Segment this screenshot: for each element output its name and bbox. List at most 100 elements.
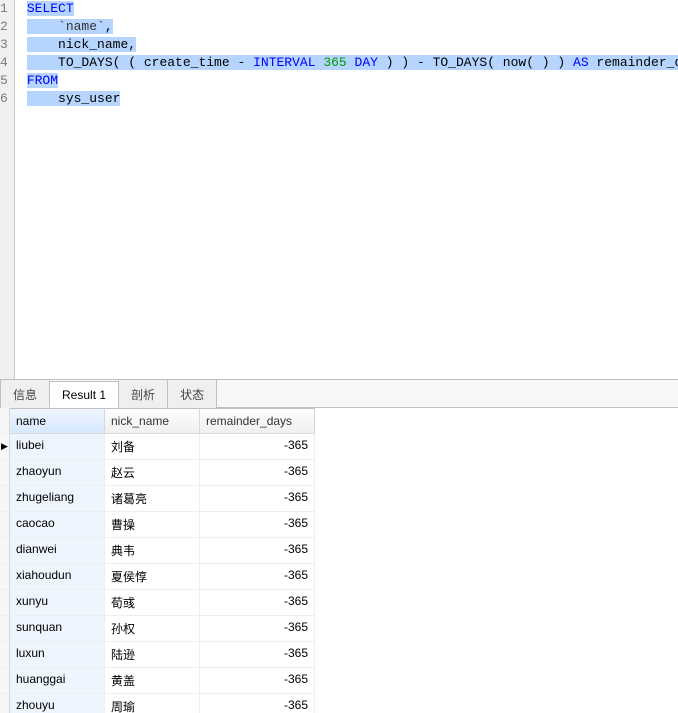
cell-remainder_days[interactable]: -365 (200, 668, 315, 694)
cell-remainder_days[interactable]: -365 (200, 590, 315, 616)
code-line[interactable]: TO_DAYS( ( create_time - INTERVAL 365 DA… (27, 54, 678, 72)
row-indicator (0, 512, 10, 538)
code-token: ( ( create_time (113, 55, 238, 70)
row-indicator (0, 434, 10, 460)
code-line[interactable]: `name`, (27, 18, 678, 36)
table-row[interactable]: dianwei典韦-365 (0, 538, 678, 564)
table-row[interactable]: zhouyu周瑜-365 (0, 694, 678, 713)
code-line[interactable]: SELECT (27, 0, 678, 18)
code-token (27, 19, 58, 34)
row-indicator (0, 694, 10, 713)
code-token: , (128, 37, 136, 52)
line-number: 5 (0, 72, 8, 90)
table-row[interactable]: huanggai黄盖-365 (0, 668, 678, 694)
code-token: DAY (355, 55, 378, 70)
tab-状态[interactable]: 状态 (167, 379, 217, 408)
code-line[interactable]: FROM (27, 72, 678, 90)
result-grid[interactable]: namenick_nameremainder_daysliubei刘备-365z… (0, 408, 678, 713)
code-token (27, 37, 58, 52)
code-token: SELECT (27, 1, 74, 16)
cell-name[interactable]: dianwei (10, 538, 105, 564)
cell-remainder_days[interactable]: -365 (200, 538, 315, 564)
cell-nick_name[interactable]: 诸葛亮 (105, 486, 200, 512)
row-indicator (0, 564, 10, 590)
table-row[interactable]: xiahoudun夏侯惇-365 (0, 564, 678, 590)
cell-name[interactable]: luxun (10, 642, 105, 668)
cell-nick_name[interactable]: 刘备 (105, 434, 200, 460)
cell-name[interactable]: xiahoudun (10, 564, 105, 590)
cell-name[interactable]: huanggai (10, 668, 105, 694)
cell-remainder_days[interactable]: -365 (200, 616, 315, 642)
cell-nick_name[interactable]: 黄盖 (105, 668, 200, 694)
table-row[interactable]: zhugeliang诸葛亮-365 (0, 486, 678, 512)
col-header-nick_name[interactable]: nick_name (105, 408, 200, 434)
row-indicator-header (0, 408, 10, 434)
code-token (27, 91, 58, 106)
line-number: 4 (0, 54, 8, 72)
row-indicator (0, 668, 10, 694)
sql-editor[interactable]: 123456 SELECT `name`, nick_name, TO_DAYS… (0, 0, 678, 380)
cell-nick_name[interactable]: 曹操 (105, 512, 200, 538)
code-token: nick_name (58, 37, 128, 52)
cell-nick_name[interactable]: 典韦 (105, 538, 200, 564)
row-indicator (0, 486, 10, 512)
cell-remainder_days[interactable]: -365 (200, 694, 315, 713)
cell-name[interactable]: liubei (10, 434, 105, 460)
cell-nick_name[interactable]: 周瑜 (105, 694, 200, 713)
cell-nick_name[interactable]: 孙权 (105, 616, 200, 642)
line-number: 3 (0, 36, 8, 54)
table-row[interactable]: sunquan孙权-365 (0, 616, 678, 642)
grid-header: namenick_nameremainder_days (0, 408, 678, 434)
code-token: - (417, 55, 425, 70)
cell-nick_name[interactable]: 荀彧 (105, 590, 200, 616)
editor-code[interactable]: SELECT `name`, nick_name, TO_DAYS( ( cre… (15, 0, 678, 379)
result-tabs: 信息Result 1剖析状态 (0, 380, 678, 408)
row-indicator (0, 616, 10, 642)
table-row[interactable]: liubei刘备-365 (0, 434, 678, 460)
cell-remainder_days[interactable]: -365 (200, 434, 315, 460)
cell-name[interactable]: caocao (10, 512, 105, 538)
code-line[interactable]: sys_user (27, 90, 678, 108)
table-row[interactable]: caocao曹操-365 (0, 512, 678, 538)
cell-remainder_days[interactable]: -365 (200, 564, 315, 590)
cell-remainder_days[interactable]: -365 (200, 486, 315, 512)
table-row[interactable]: zhaoyun赵云-365 (0, 460, 678, 486)
code-token: INTERVAL (253, 55, 315, 70)
line-number: 6 (0, 90, 8, 108)
code-token: , (105, 19, 113, 34)
code-token (245, 55, 253, 70)
cell-nick_name[interactable]: 陆逊 (105, 642, 200, 668)
cell-name[interactable]: sunquan (10, 616, 105, 642)
col-header-name[interactable]: name (10, 408, 105, 434)
code-token: AS (573, 55, 589, 70)
editor-gutter: 123456 (0, 0, 15, 379)
col-header-remainder_days[interactable]: remainder_days (200, 408, 315, 434)
row-indicator (0, 642, 10, 668)
cell-name[interactable]: zhaoyun (10, 460, 105, 486)
cell-name[interactable]: zhouyu (10, 694, 105, 713)
cell-name[interactable]: xunyu (10, 590, 105, 616)
cell-remainder_days[interactable]: -365 (200, 460, 315, 486)
row-indicator (0, 538, 10, 564)
line-number: 2 (0, 18, 8, 36)
tab-result-1[interactable]: Result 1 (49, 381, 119, 408)
row-indicator (0, 590, 10, 616)
table-row[interactable]: luxun陆逊-365 (0, 642, 678, 668)
code-token: TO_DAYS (58, 55, 113, 70)
cell-nick_name[interactable]: 赵云 (105, 460, 200, 486)
code-token: sys_user (58, 91, 120, 106)
line-number: 1 (0, 0, 8, 18)
code-line[interactable]: nick_name, (27, 36, 678, 54)
tab-剖析[interactable]: 剖析 (118, 379, 168, 408)
cell-nick_name[interactable]: 夏侯惇 (105, 564, 200, 590)
cell-remainder_days[interactable]: -365 (200, 642, 315, 668)
cell-remainder_days[interactable]: -365 (200, 512, 315, 538)
code-token: FROM (27, 73, 58, 88)
tab-信息[interactable]: 信息 (0, 379, 50, 408)
code-token: remainder_days (589, 55, 678, 70)
code-token: ) ) (378, 55, 417, 70)
code-token: TO_DAYS( now( ) ) (425, 55, 573, 70)
cell-name[interactable]: zhugeliang (10, 486, 105, 512)
code-token (27, 55, 58, 70)
table-row[interactable]: xunyu荀彧-365 (0, 590, 678, 616)
